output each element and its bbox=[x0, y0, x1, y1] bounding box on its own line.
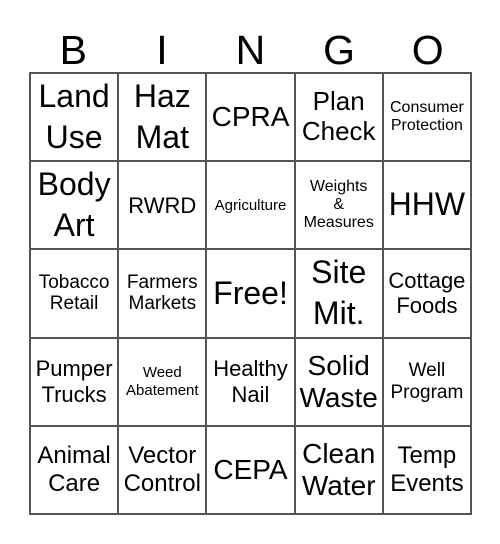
bingo-cell[interactable]: Temp Events bbox=[382, 425, 471, 514]
bingo-cell[interactable]: Vector Control bbox=[118, 425, 207, 514]
bingo-cell[interactable]: Plan Check bbox=[294, 73, 383, 162]
bingo-cell[interactable]: Healthy Nail bbox=[206, 337, 295, 426]
bingo-cell[interactable]: Body Art bbox=[30, 161, 119, 250]
header-letter-n: N bbox=[235, 27, 266, 73]
bingo-cell[interactable]: Cottage Foods bbox=[382, 249, 471, 338]
bingo-cell[interactable]: Free! bbox=[206, 249, 295, 338]
bingo-cell[interactable]: Tobacco Retail bbox=[30, 249, 119, 338]
bingo-cell[interactable]: Clean Water bbox=[294, 425, 383, 514]
bingo-cell[interactable]: RWRD bbox=[118, 161, 207, 250]
bingo-cell[interactable]: Consumer Protection bbox=[382, 73, 471, 162]
bingo-cell[interactable]: HHW bbox=[382, 161, 471, 250]
header-letter-b: B bbox=[59, 27, 87, 73]
bingo-cell[interactable]: Weed Abatement bbox=[118, 337, 207, 426]
bingo-cell[interactable]: Weights & Measures bbox=[294, 161, 383, 250]
header-letter-i: I bbox=[156, 27, 168, 73]
bingo-cell[interactable]: Solid Waste bbox=[294, 337, 383, 426]
bingo-cell[interactable]: Animal Care bbox=[30, 425, 119, 514]
bingo-cell[interactable]: Land Use bbox=[30, 73, 119, 162]
header-letter-o: O bbox=[411, 27, 444, 73]
bingo-cell[interactable]: Site Mit. bbox=[294, 249, 383, 338]
bingo-cell[interactable]: Agriculture bbox=[206, 161, 295, 250]
bingo-cell[interactable]: Pumper Trucks bbox=[30, 337, 119, 426]
bingo-cell[interactable]: CEPA bbox=[206, 425, 295, 514]
bingo-cell[interactable]: Well Program bbox=[382, 337, 471, 426]
bingo-cell[interactable]: Farmers Markets bbox=[118, 249, 207, 338]
bingo-header: B I N G O bbox=[29, 26, 472, 74]
header-letter-g: G bbox=[323, 27, 356, 73]
bingo-cell[interactable]: Haz Mat bbox=[118, 73, 207, 162]
bingo-grid: Land Use Haz Mat CPRA Plan Check Consumer Pr… bbox=[29, 72, 472, 515]
bingo-cell[interactable]: CPRA bbox=[206, 73, 295, 162]
